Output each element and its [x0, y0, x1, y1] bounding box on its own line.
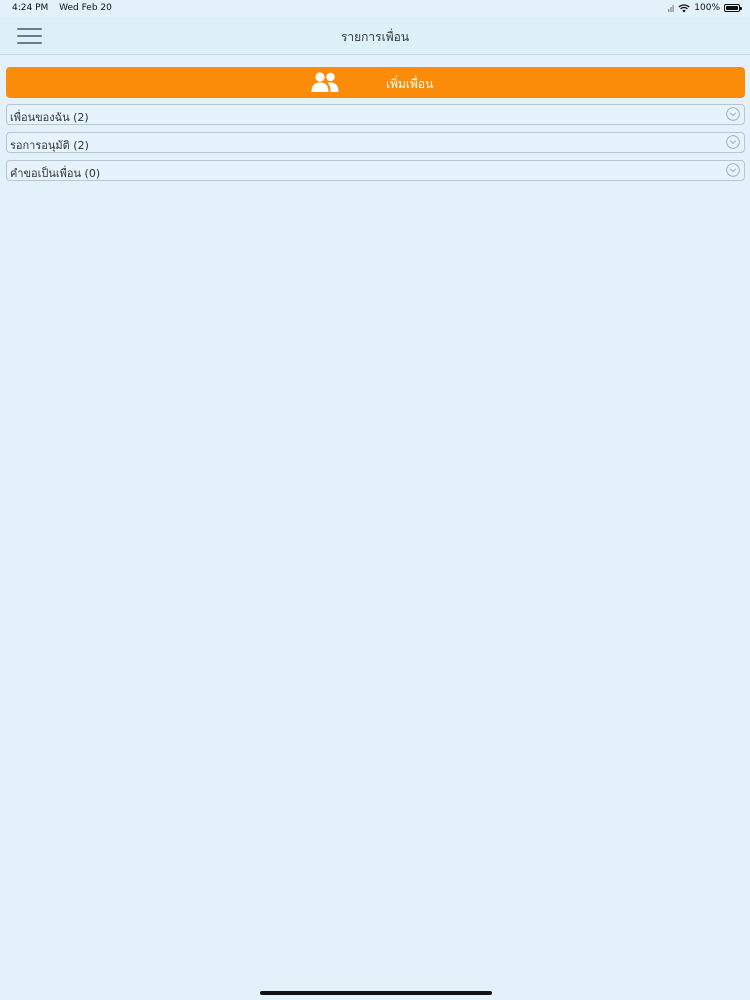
wifi-icon	[678, 3, 690, 12]
home-indicator[interactable]	[260, 991, 492, 995]
page-title: รายการเพื่อน	[340, 30, 410, 44]
status-bar: 4:24 PM Wed Feb 20 100%	[0, 0, 750, 18]
chevron-down-circle-icon	[726, 135, 740, 149]
navbar: รายการเพื่อน	[0, 18, 750, 55]
add-friend-label: เพิ่มเพื่อน	[386, 77, 434, 91]
battery-icon	[724, 4, 742, 12]
signal-icon	[668, 5, 675, 12]
section-label: เพื่อนของฉัน (2)	[10, 111, 89, 124]
section-label: รอการอนุมัติ (2)	[10, 139, 89, 152]
status-left: 4:24 PM Wed Feb 20	[12, 3, 120, 13]
status-date: Wed Feb 20	[59, 3, 112, 13]
section-pending-approval[interactable]: รอการอนุมัติ (2)	[6, 132, 745, 153]
status-time: 4:24 PM	[12, 3, 49, 13]
chevron-down-circle-icon	[726, 163, 740, 177]
section-friend-requests[interactable]: คำขอเป็นเพื่อน (0)	[6, 160, 745, 181]
status-right: 100%	[668, 3, 742, 13]
section-label: คำขอเป็นเพื่อน (0)	[10, 167, 101, 180]
add-friend-button[interactable]: เพิ่มเพื่อน	[6, 67, 745, 98]
users-icon	[311, 72, 339, 92]
battery-percent: 100%	[694, 3, 720, 13]
chevron-down-circle-icon	[726, 107, 740, 121]
section-my-friends[interactable]: เพื่อนของฉัน (2)	[6, 104, 745, 125]
